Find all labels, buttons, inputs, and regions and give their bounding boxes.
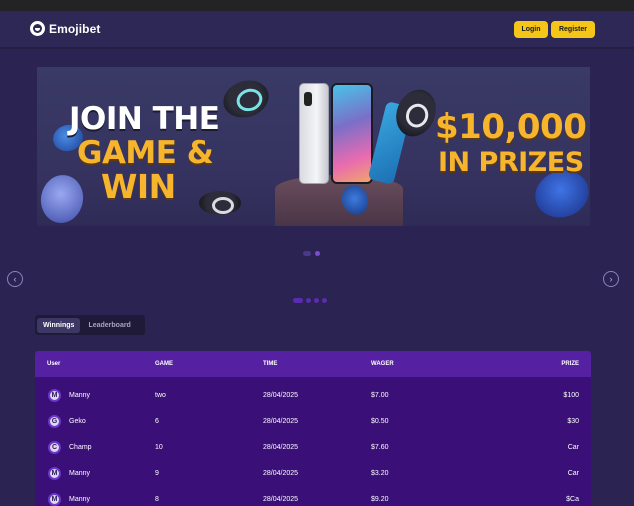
header-wager: WAGER bbox=[371, 361, 394, 367]
cell-prize: Car bbox=[567, 470, 579, 477]
chevron-right-icon: › bbox=[609, 273, 613, 284]
header-user: User bbox=[47, 361, 61, 367]
pagination-dot-active[interactable] bbox=[315, 251, 320, 256]
site-logo[interactable]: Emojibet bbox=[30, 21, 100, 36]
promo-banner[interactable]: JOIN THE GAME & WIN $10,000 IN PRIZES bbox=[37, 67, 590, 226]
table-row[interactable]: M Manny 8 28/04/2025 $9.20 $Ca bbox=[35, 486, 591, 506]
cell-wager: $0.50 bbox=[371, 418, 389, 425]
chevron-left-icon: ‹ bbox=[13, 273, 17, 284]
carousel-pagination bbox=[293, 298, 327, 303]
carousel-prev-button[interactable]: ‹ bbox=[7, 271, 23, 287]
top-navbar: Emojibet Login Register bbox=[0, 11, 634, 49]
carousel-next-button[interactable]: › bbox=[603, 271, 619, 287]
cell-game: 8 bbox=[155, 496, 159, 503]
banner-prize-amount: $10,000 bbox=[435, 107, 587, 147]
cell-time: 28/04/2025 bbox=[263, 418, 299, 425]
pagination-dot[interactable] bbox=[322, 298, 327, 303]
cell-prize: Car bbox=[567, 444, 579, 451]
phone-image bbox=[299, 83, 329, 184]
table-header-row: User GAME TIME WAGER PRIZE bbox=[35, 351, 591, 377]
crypto-coin-icon bbox=[218, 74, 274, 124]
pagination-dot[interactable] bbox=[303, 251, 311, 256]
banner-headline-line1: JOIN THE bbox=[69, 101, 220, 137]
crypto-coin-icon bbox=[199, 191, 241, 215]
tab-leaderboard[interactable]: Leaderboard bbox=[82, 318, 136, 333]
results-tabs: Winnings Leaderboard bbox=[35, 315, 145, 335]
tab-winnings[interactable]: Winnings bbox=[37, 317, 81, 333]
cell-game: 6 bbox=[155, 418, 159, 425]
cell-time: 28/04/2025 bbox=[263, 444, 299, 451]
cell-user: Manny bbox=[69, 392, 91, 399]
cell-time: 28/04/2025 bbox=[263, 470, 299, 477]
login-button[interactable]: Login bbox=[514, 21, 548, 38]
cell-wager: $7.60 bbox=[371, 444, 389, 451]
table-row[interactable]: M Manny 9 28/04/2025 $3.20 Car bbox=[35, 460, 591, 486]
avatar: C bbox=[48, 441, 61, 454]
winnings-table: User GAME TIME WAGER PRIZE M Manny two 2… bbox=[35, 351, 591, 506]
register-button[interactable]: Register bbox=[551, 21, 595, 38]
pagination-dot[interactable] bbox=[306, 298, 311, 303]
banner-headline-line3: WIN bbox=[101, 167, 176, 206]
banner-headline-line2: GAME & bbox=[77, 135, 214, 171]
cell-wager: $3.20 bbox=[371, 470, 389, 477]
cell-prize: $100 bbox=[563, 392, 579, 399]
cell-user: Manny bbox=[69, 470, 91, 477]
cell-user: Champ bbox=[69, 444, 92, 451]
phone-image bbox=[331, 83, 373, 184]
cell-wager: $9.20 bbox=[371, 496, 389, 503]
table-row[interactable]: G Geko 6 28/04/2025 $0.50 $30 bbox=[35, 408, 591, 434]
cell-game: 10 bbox=[155, 444, 163, 451]
avatar: M bbox=[48, 493, 61, 506]
browser-top-bar bbox=[0, 0, 634, 11]
table-row[interactable]: M Manny two 28/04/2025 $7.00 $100 bbox=[35, 382, 591, 408]
pagination-dot-active[interactable] bbox=[293, 298, 303, 303]
avatar: M bbox=[48, 467, 61, 480]
header-time: TIME bbox=[263, 361, 278, 367]
pagination-dot[interactable] bbox=[314, 298, 319, 303]
cell-prize: $30 bbox=[567, 418, 579, 425]
banner-pagination bbox=[303, 251, 320, 256]
cell-game: two bbox=[155, 392, 166, 399]
header-prize: PRIZE bbox=[561, 361, 579, 367]
table-row[interactable]: C Champ 10 28/04/2025 $7.60 Car bbox=[35, 434, 591, 460]
cell-user: Geko bbox=[69, 418, 86, 425]
cell-time: 28/04/2025 bbox=[263, 496, 299, 503]
cell-wager: $7.00 bbox=[371, 392, 389, 399]
smiley-logo-icon bbox=[30, 21, 45, 36]
cell-user: Manny bbox=[69, 496, 91, 503]
header-game: GAME bbox=[155, 361, 173, 367]
cell-game: 9 bbox=[155, 470, 159, 477]
avatar: M bbox=[48, 389, 61, 402]
avatar: G bbox=[48, 415, 61, 428]
logo-text: Emojibet bbox=[49, 21, 101, 36]
cell-prize: $Ca bbox=[566, 496, 579, 503]
ethereum-coin-icon bbox=[37, 171, 87, 226]
cell-time: 28/04/2025 bbox=[263, 392, 299, 399]
banner-prize-label: IN PRIZES bbox=[438, 147, 584, 178]
